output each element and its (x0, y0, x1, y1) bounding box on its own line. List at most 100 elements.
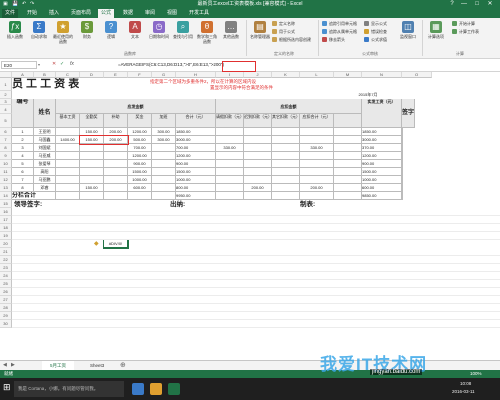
leave-deduction-cell[interactable] (216, 176, 244, 184)
deduction-total-cell[interactable]: 330.00 (300, 144, 334, 152)
row-header[interactable]: 4 (0, 105, 12, 114)
sign-cell[interactable] (402, 136, 403, 144)
late-deduction-cell[interactable] (244, 176, 272, 184)
gross-total-cell[interactable]: 1500.00 (176, 168, 216, 176)
late-deduction-cell[interactable] (244, 168, 272, 176)
trace-precedents-button[interactable]: 追踪引用单元格 (322, 21, 357, 27)
overtime-cell[interactable] (152, 144, 176, 152)
sign-cell[interactable] (402, 168, 403, 176)
windows-start-icon[interactable]: ⊞ (3, 382, 11, 393)
name-manager-button[interactable]: ▤ 名称管理器 (250, 21, 270, 39)
employee-name-cell[interactable]: 马国鑫 (34, 136, 56, 144)
deduction-total-cell[interactable] (300, 176, 334, 184)
net-pay-cell[interactable]: 370.00 (362, 144, 402, 152)
leave-deduction-cell[interactable] (216, 168, 244, 176)
employee-name-cell[interactable]: 马亚鹏 (34, 176, 56, 184)
row-header[interactable]: 14 (0, 192, 12, 200)
create-from-selection-button[interactable]: 根据所选内容创建 (272, 37, 311, 43)
deduction-total-cell[interactable] (300, 152, 334, 160)
column-header[interactable]: M (334, 72, 362, 78)
leave-deduction-cell[interactable] (216, 128, 244, 136)
tab-page-layout[interactable]: 页面布局 (68, 9, 94, 18)
remove-arrows-button[interactable]: 移去箭头 (322, 37, 345, 43)
base-pay-cell[interactable] (56, 144, 80, 152)
calculate-sheet-button[interactable]: 计算工作表 (452, 29, 479, 35)
help-button[interactable]: ? (446, 0, 458, 9)
header-blank[interactable] (334, 114, 362, 128)
deduction-total-cell[interactable] (300, 160, 334, 168)
employee-name-cell[interactable]: 邓睿 (34, 184, 56, 192)
trace-dependents-button[interactable]: 追踪从属单元格 (322, 29, 357, 35)
header-quanqin[interactable]: 全勤奖 (80, 114, 104, 128)
sign-cell[interactable] (402, 184, 403, 192)
subsidy-cell[interactable] (104, 152, 128, 160)
subsidy-cell[interactable] (104, 160, 128, 168)
close-button[interactable]: ✕ (484, 0, 496, 9)
net-pay-cell[interactable]: 1500.00 (362, 168, 402, 176)
row-number-cell[interactable]: 2 (12, 136, 34, 144)
subsidy-cell[interactable] (104, 176, 128, 184)
blank-cell[interactable] (334, 136, 362, 144)
task-view-icon[interactable] (132, 383, 144, 395)
header-deductions[interactable]: 应扣金额 (216, 99, 362, 114)
subtotal-blank[interactable] (334, 192, 362, 200)
gross-total-cell[interactable]: 3000.00 (176, 136, 216, 144)
lookup-reference-button[interactable]: ⌕ 查找与引用 (172, 21, 194, 39)
row-header[interactable]: 21 (0, 248, 12, 256)
row-header[interactable]: 27 (0, 296, 12, 304)
row-header[interactable]: 26 (0, 288, 12, 296)
net-pay-cell[interactable]: 3000.00 (362, 136, 402, 144)
bonus-cell[interactable]: 1000.00 (128, 176, 152, 184)
subtotal-blank[interactable] (152, 192, 176, 200)
error-warning-icon[interactable]: ◆ (94, 240, 99, 247)
show-formulas-button[interactable]: 显示公式 (364, 21, 387, 27)
error-checking-button[interactable]: 错误检查 (364, 29, 387, 35)
column-header[interactable]: O (402, 72, 432, 78)
attendance-bonus-cell[interactable] (80, 176, 104, 184)
gross-total-cell[interactable]: 1850.00 (176, 128, 216, 136)
add-sheet-icon[interactable]: ⊕ (120, 361, 126, 369)
tab-insert[interactable]: 插入 (46, 9, 62, 18)
row-header[interactable]: 22 (0, 256, 12, 264)
deduction-total-cell[interactable] (300, 128, 334, 136)
row-header[interactable]: 19 (0, 232, 12, 240)
sign-cell[interactable] (402, 152, 403, 160)
net-pay-cell[interactable]: 1200.00 (362, 152, 402, 160)
calculate-now-button[interactable]: 开始计算 (452, 21, 475, 27)
column-header[interactable]: N (362, 72, 402, 78)
base-pay-cell[interactable] (56, 176, 80, 184)
subtotal-blank[interactable] (402, 192, 403, 200)
blank-cell[interactable] (272, 144, 300, 152)
row-number-cell[interactable]: 4 (12, 152, 34, 160)
header-serial[interactable]: 编号 (12, 99, 34, 128)
net-pay-cell[interactable]: 600.00 (362, 184, 402, 192)
attendance-bonus-cell[interactable]: 150.00 (80, 184, 104, 192)
row-header[interactable]: 13 (0, 184, 12, 192)
bonus-cell[interactable]: 500.00 (128, 136, 152, 144)
bonus-cell[interactable]: 600.00 (128, 184, 152, 192)
cancel-icon[interactable]: ✕ (52, 61, 56, 67)
subtotal-blank[interactable] (216, 192, 244, 200)
overtime-cell[interactable] (152, 168, 176, 176)
leave-deduction-cell[interactable] (216, 184, 244, 192)
overtime-cell[interactable] (152, 184, 176, 192)
header-total1[interactable]: 合计（元） (176, 114, 216, 128)
row-number-cell[interactable]: 8 (12, 184, 34, 192)
blank-cell[interactable] (334, 152, 362, 160)
subtotal-blank[interactable] (104, 192, 128, 200)
subtotal-label[interactable]: 分栏合计 (12, 192, 56, 200)
base-pay-cell[interactable] (56, 160, 80, 168)
use-in-formula-button[interactable]: 用于公式 (272, 29, 295, 35)
row-number-cell[interactable]: 3 (12, 144, 34, 152)
subtotal-blank[interactable] (244, 192, 272, 200)
row-number-cell[interactable]: 6 (12, 168, 34, 176)
base-pay-cell[interactable] (56, 152, 80, 160)
header-tax[interactable]: 应扣合计（元） (300, 114, 334, 128)
bonus-cell[interactable]: 700.00 (128, 144, 152, 152)
sign-cell[interactable] (402, 160, 403, 168)
bonus-cell[interactable]: 900.00 (128, 160, 152, 168)
late-deduction-cell[interactable] (244, 152, 272, 160)
base-pay-cell[interactable]: 1400.00 (56, 136, 80, 144)
blank-cell[interactable] (334, 176, 362, 184)
math-trig-button[interactable]: θ 数学和三角函数 (196, 21, 218, 44)
